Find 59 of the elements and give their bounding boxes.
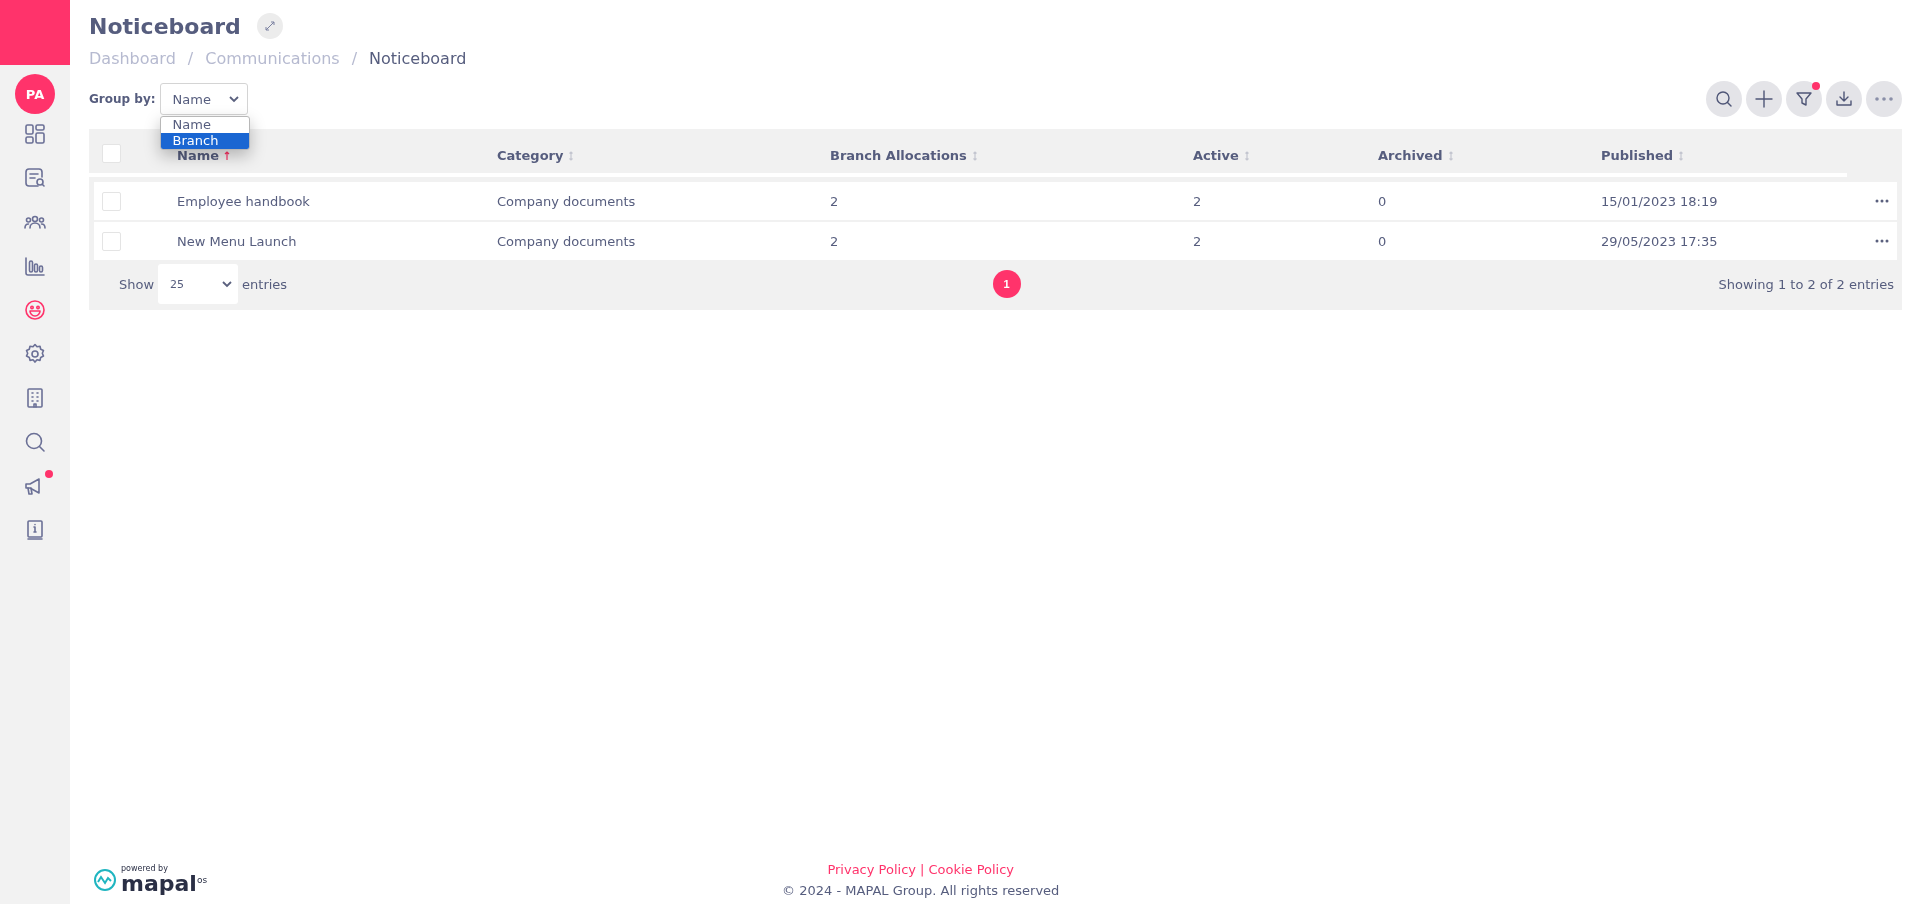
column-header[interactable]: Category: [497, 148, 830, 163]
user-avatar[interactable]: PA: [15, 74, 55, 114]
table-cell-text: 2: [1193, 193, 1203, 209]
download-button[interactable]: [1826, 81, 1862, 117]
select-all-checkbox[interactable]: [102, 144, 121, 163]
table-cell-text: 0: [1378, 233, 1388, 249]
column-header[interactable]: Active: [1193, 148, 1378, 163]
table-cell-text: 2: [830, 233, 840, 249]
mapal-logo: powered by mapal$^{os}$: [93, 865, 208, 895]
table-cell-text: Company documents: [497, 193, 637, 209]
filter-button[interactable]: [1786, 81, 1822, 117]
table-cell-text: Employee handbook: [177, 193, 311, 209]
table-cell-text: 2: [1193, 233, 1203, 249]
copyright-text: © 2024 - MAPAL Group. All rights reserved: [782, 883, 1060, 898]
table-cell-text: New Menu Launch: [177, 233, 298, 249]
dropdown-option[interactable]: Name: [160, 117, 249, 133]
group-by-label: Group by:: [89, 92, 156, 106]
chevron-down-icon: [228, 95, 239, 103]
add-button[interactable]: [1746, 81, 1782, 117]
search-button[interactable]: [1706, 81, 1742, 117]
document-search-icon[interactable]: [23, 166, 47, 190]
page-title: Noticeboard: [89, 13, 241, 39]
plus-icon: [1754, 89, 1774, 109]
search-icon[interactable]: [23, 430, 47, 454]
table-cell-text: 0: [1378, 193, 1388, 209]
column-header[interactable]: Published: [1601, 148, 1874, 163]
policy-link[interactable]: Cookie Policy: [928, 862, 1015, 877]
dashboard-icon[interactable]: [23, 122, 47, 146]
table-cell-text: 2: [830, 193, 840, 209]
more-icon: [1874, 97, 1894, 101]
link-separator: |: [920, 862, 925, 877]
row-checkbox[interactable]: [102, 231, 121, 251]
page-size-select[interactable]: 25: [158, 264, 239, 304]
breadcrumb-separator: /: [351, 49, 358, 68]
search-icon: [1714, 89, 1734, 109]
filter-icon: [1794, 89, 1814, 109]
column-header[interactable]: Name: [177, 148, 497, 163]
policy-link[interactable]: Privacy Policy: [827, 862, 916, 877]
smiley-icon[interactable]: [23, 298, 47, 322]
table-cell-text: 29/05/2023 17:35: [1601, 233, 1719, 249]
group-by-select[interactable]: Name: [159, 83, 248, 115]
row-checkbox[interactable]: [102, 191, 121, 211]
breadcrumb-separator: /: [187, 49, 194, 68]
column-header[interactable]: Branch Allocations: [830, 148, 1193, 163]
table-cell-text: 15/01/2023 18:19: [1601, 193, 1719, 209]
bar-chart-icon[interactable]: [23, 254, 47, 278]
chevron-down-icon: [222, 280, 233, 288]
dropdown-option[interactable]: Branch: [160, 133, 249, 149]
breadcrumb-link[interactable]: Noticeboard: [369, 49, 467, 68]
table-cell-text: Company documents: [497, 233, 637, 249]
column-header[interactable]: Archived: [1378, 148, 1601, 163]
expand-icon: [263, 20, 276, 32]
download-icon: [1834, 89, 1854, 109]
brand-block: [0, 0, 70, 65]
page-button[interactable]: 1: [992, 270, 1021, 298]
show-label: Show: [119, 276, 155, 292]
entries-label: entries: [242, 276, 288, 292]
entries-info: Showing 1 to 2 of 2 entries: [1717, 276, 1894, 292]
settings-icon[interactable]: [23, 342, 47, 366]
